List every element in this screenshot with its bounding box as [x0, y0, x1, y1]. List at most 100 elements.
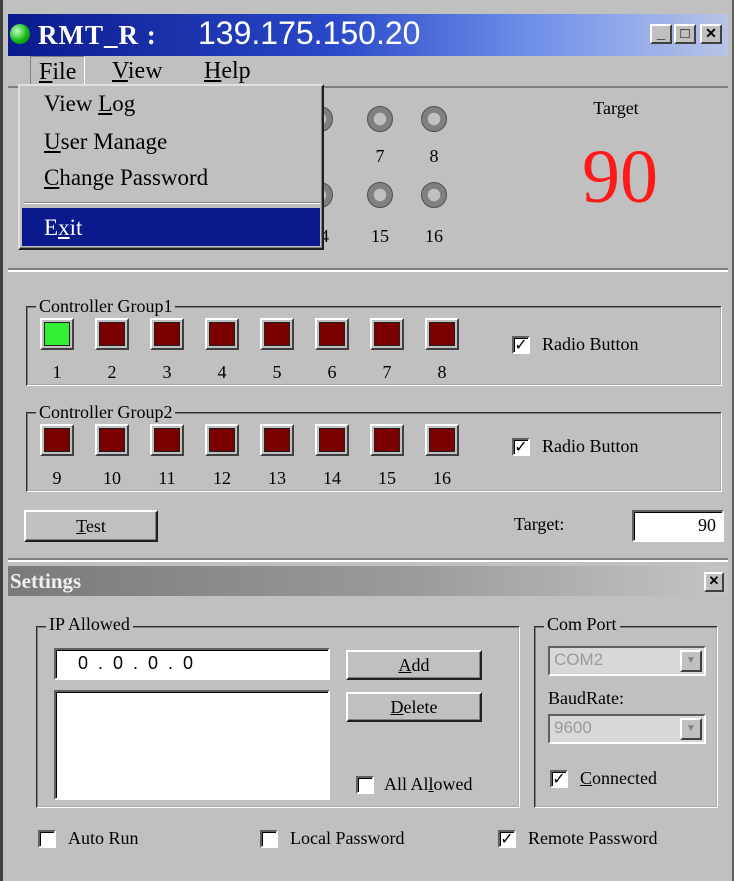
- controller-number: 2: [107, 362, 117, 382]
- controller-button-11[interactable]: [150, 424, 184, 456]
- controller-number: 11: [158, 468, 176, 488]
- controller-number: 12: [213, 468, 231, 488]
- all-allowed-checkbox[interactable]: [356, 776, 374, 794]
- controller-button-8[interactable]: [425, 318, 459, 350]
- target-field-label: Target:: [514, 514, 565, 534]
- controller-state-indicator: [429, 428, 455, 452]
- controller-state-indicator: [99, 322, 125, 346]
- connected-label: Connected: [580, 768, 657, 788]
- maximize-button[interactable]: □: [674, 24, 696, 44]
- controller-button-2[interactable]: [95, 318, 129, 350]
- target-input[interactable]: 90: [632, 510, 724, 542]
- indicator-number: 8: [429, 146, 439, 166]
- menu-item-exit[interactable]: Exit: [44, 212, 82, 244]
- controller-button-7[interactable]: [370, 318, 404, 350]
- chevron-down-icon[interactable]: ▼: [680, 650, 702, 672]
- menu-item-change-password[interactable]: Change Password: [44, 162, 208, 194]
- controller-number: 5: [272, 362, 282, 382]
- indicator-led: [367, 182, 393, 208]
- app-icon[interactable]: [10, 24, 30, 44]
- maximize-icon: □: [680, 25, 690, 42]
- controller-button-10[interactable]: [95, 424, 129, 456]
- ip-allowed-list[interactable]: [54, 690, 330, 800]
- settings-title-bar: [8, 566, 728, 596]
- group1-radio-checkbox[interactable]: ✓: [512, 336, 530, 354]
- settings-title: Settings: [10, 569, 82, 593]
- controller-state-indicator: [374, 428, 400, 452]
- chevron-down-icon[interactable]: ▼: [680, 718, 702, 740]
- controller-button-9[interactable]: [40, 424, 74, 456]
- controller-number: 8: [437, 362, 447, 382]
- controller-number: 10: [103, 468, 121, 488]
- controller-button-12[interactable]: [205, 424, 239, 456]
- controller-state-indicator: [319, 322, 345, 346]
- controller-state-indicator: [154, 428, 180, 452]
- controller-state-indicator: [264, 428, 290, 452]
- close-icon: ✕: [705, 25, 717, 41]
- indicator-number: 15: [371, 226, 389, 246]
- controller-number: 15: [378, 468, 396, 488]
- remote-password-label: Remote Password: [528, 828, 658, 848]
- indicator-led: [421, 182, 447, 208]
- close-button[interactable]: ✕: [700, 24, 722, 44]
- baud-rate-label: BaudRate:: [548, 688, 624, 708]
- remote-password-checkbox[interactable]: ✓: [498, 830, 516, 848]
- all-allowed-label: All Allowed: [384, 774, 473, 794]
- section-divider: [8, 268, 728, 272]
- target-label: Target: [593, 98, 639, 118]
- ip-allowed-label: IP Allowed: [46, 614, 133, 634]
- controller-button-5[interactable]: [260, 318, 294, 350]
- test-button[interactable]: Test: [24, 510, 158, 542]
- controller-number: 3: [162, 362, 172, 382]
- controller-button-13[interactable]: [260, 424, 294, 456]
- ip-address-input[interactable]: 0 . 0 . 0 . 0: [54, 648, 330, 680]
- controller-state-indicator: [429, 322, 455, 346]
- com-port-label: Com Port: [544, 614, 620, 634]
- local-password-checkbox[interactable]: [260, 830, 278, 848]
- controller-group-2-label: Controller Group2: [36, 402, 176, 422]
- window-title-ip: 139.175.150.20: [198, 15, 421, 51]
- settings-close-button[interactable]: ✕: [704, 572, 724, 592]
- controller-button-1[interactable]: [40, 318, 74, 350]
- controller-button-6[interactable]: [315, 318, 349, 350]
- controller-state-indicator: [319, 428, 345, 452]
- controller-state-indicator: [209, 428, 235, 452]
- controller-number: 1: [52, 362, 62, 382]
- indicator-number: 16: [425, 226, 443, 246]
- menu-item-view-log[interactable]: View Log: [44, 88, 135, 120]
- menu-help[interactable]: Help: [196, 56, 259, 86]
- controller-number: 7: [382, 362, 392, 382]
- indicator-led: [367, 106, 393, 132]
- group2-radio-checkbox[interactable]: ✓: [512, 438, 530, 456]
- menu-view[interactable]: View: [104, 56, 171, 86]
- controller-number: 16: [433, 468, 451, 488]
- add-button[interactable]: Add: [346, 650, 482, 680]
- menu-file[interactable]: File: [30, 56, 86, 86]
- delete-button[interactable]: Delete: [346, 692, 482, 722]
- auto-run-label: Auto Run: [68, 828, 139, 848]
- controller-button-16[interactable]: [425, 424, 459, 456]
- controller-state-indicator: [264, 322, 290, 346]
- controller-state-indicator: [99, 428, 125, 452]
- minimize-button[interactable]: _: [650, 24, 672, 44]
- connected-checkbox[interactable]: ✓: [550, 770, 568, 788]
- controller-button-4[interactable]: [205, 318, 239, 350]
- controller-state-indicator: [44, 428, 70, 452]
- menu-separator: [24, 202, 320, 204]
- controller-state-indicator: [374, 322, 400, 346]
- controller-number: 9: [52, 468, 62, 488]
- indicator-number: 7: [375, 146, 385, 166]
- auto-run-checkbox[interactable]: [38, 830, 56, 848]
- controller-number: 14: [323, 468, 341, 488]
- group2-radio-label: Radio Button: [542, 436, 639, 456]
- controller-state-indicator: [154, 322, 180, 346]
- controller-button-3[interactable]: [150, 318, 184, 350]
- menu-item-user-manage[interactable]: User Manage: [44, 126, 167, 158]
- controller-button-15[interactable]: [370, 424, 404, 456]
- controller-number: 6: [327, 362, 337, 382]
- settings-divider: [8, 558, 728, 562]
- settings-close-icon: ✕: [708, 573, 720, 588]
- group1-radio-label: Radio Button: [542, 334, 639, 354]
- controller-button-14[interactable]: [315, 424, 349, 456]
- target-value-display: 90: [582, 135, 658, 219]
